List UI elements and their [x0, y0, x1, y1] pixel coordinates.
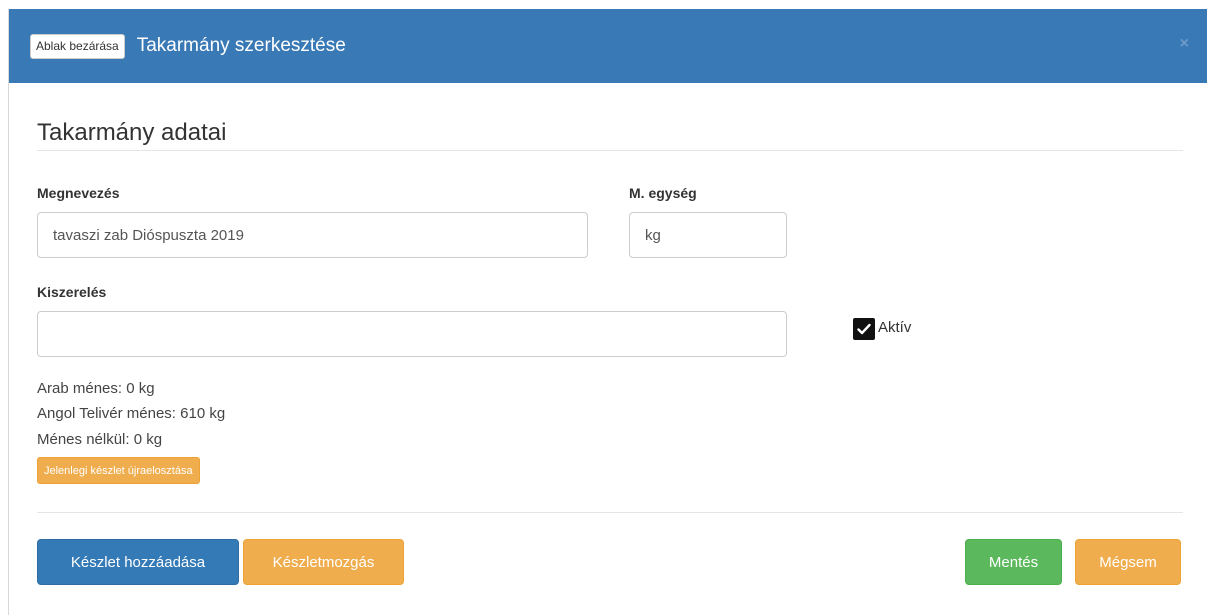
stock-movement-button[interactable]: Készletmozgás: [243, 539, 404, 585]
packaging-input[interactable]: [37, 311, 787, 357]
modal-header: Ablak bezárása Takarmány szerkesztése ×: [9, 9, 1207, 83]
packaging-label: Kiszerelés: [37, 284, 107, 300]
checkmark-icon: [857, 323, 871, 335]
edit-feed-modal: Ablak bezárása Takarmány szerkesztése × …: [8, 9, 1207, 615]
cancel-button[interactable]: Mégsem: [1075, 539, 1181, 585]
stock-line-none: Ménes nélkül: 0 kg: [37, 431, 163, 448]
name-input[interactable]: [37, 212, 588, 258]
footer-divider: [37, 512, 1183, 513]
redistribute-stock-button[interactable]: Jelenlegi készlet újraelosztása: [37, 457, 200, 484]
save-button[interactable]: Mentés: [965, 539, 1062, 585]
stock-line-angol: Angol Telivér ménes: 610 kg: [37, 405, 226, 422]
active-checkbox[interactable]: [853, 318, 875, 340]
close-window-button[interactable]: Ablak bezárása: [30, 33, 125, 59]
section-title: Takarmány adatai: [37, 119, 227, 146]
stock-line-arab: Arab ménes: 0 kg: [37, 380, 155, 397]
unit-input[interactable]: [629, 212, 787, 258]
modal-title: Takarmány szerkesztése: [136, 35, 346, 56]
active-checkbox-group: Aktív: [853, 318, 911, 340]
section-divider: [37, 150, 1183, 151]
close-icon[interactable]: ×: [1180, 35, 1189, 53]
add-stock-button[interactable]: Készlet hozzáadása: [37, 539, 239, 585]
active-label: Aktív: [878, 318, 912, 336]
unit-label: M. egység: [629, 185, 697, 201]
name-label: Megnevezés: [37, 185, 120, 201]
